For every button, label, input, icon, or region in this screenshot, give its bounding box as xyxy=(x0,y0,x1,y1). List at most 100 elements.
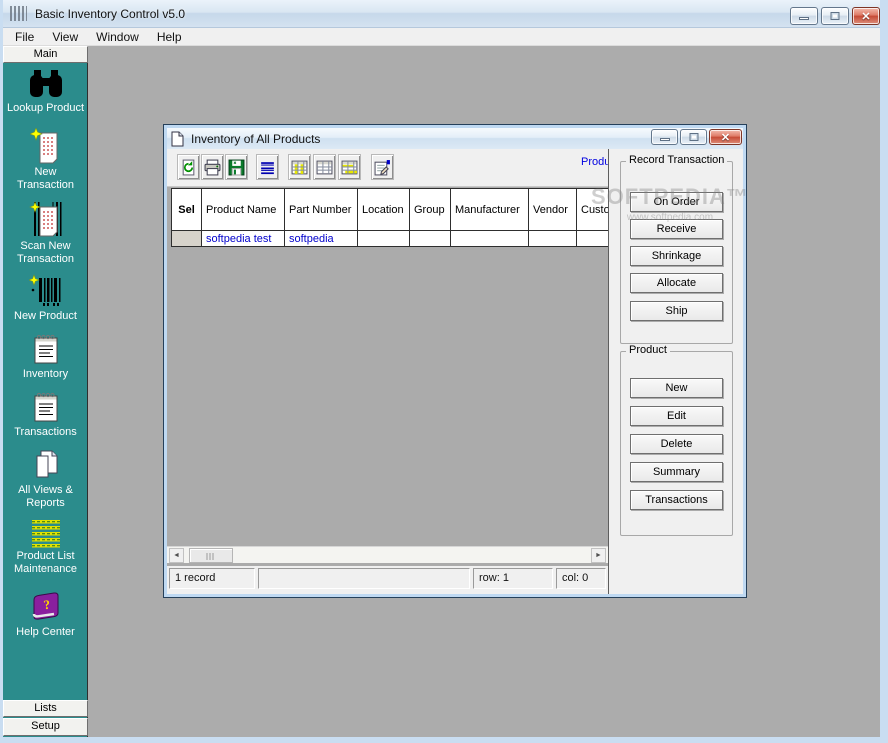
close-icon: ✕ xyxy=(853,8,879,24)
column-header-part-number[interactable]: Part Number xyxy=(285,189,358,231)
column-header-vendor[interactable]: Vendor xyxy=(529,189,577,231)
column-header-manufacturer[interactable]: Manufacturer xyxy=(451,189,529,231)
summary-button[interactable]: Summary xyxy=(630,462,723,482)
product-group: Product New Edit Delete Summary Transact… xyxy=(620,351,733,536)
status-record-count: 1 record xyxy=(169,568,255,589)
on-order-button[interactable]: On Order xyxy=(630,192,723,212)
sidebar-item-label: Transactions xyxy=(3,426,88,439)
edit-button[interactable]: Edit xyxy=(630,406,723,426)
grid-highlight-columns-icon xyxy=(291,159,308,176)
notepad-icon xyxy=(3,332,88,366)
sidebar-item-transactions[interactable]: Transactions xyxy=(3,390,88,439)
sidebar-tab-main[interactable]: Main xyxy=(3,46,88,63)
minimize-button[interactable] xyxy=(790,7,818,25)
minimize-icon xyxy=(799,17,809,20)
cell-part-number[interactable]: softpedia xyxy=(285,231,358,247)
record-transaction-group-title: Record Transaction xyxy=(626,154,727,166)
grid-view-button[interactable] xyxy=(313,154,336,180)
horizontal-scrollbar[interactable]: ◄ ► xyxy=(167,546,608,563)
refresh-button[interactable] xyxy=(177,154,200,180)
sidebar-item-scan-new-transaction[interactable]: Scan New Transaction xyxy=(3,200,88,266)
grid-columns-view-button[interactable] xyxy=(288,154,311,180)
new-button[interactable]: New xyxy=(630,378,723,398)
print-button[interactable] xyxy=(201,154,224,180)
sidebar-tab-lists[interactable]: Lists xyxy=(3,700,88,717)
cell-manufacturer[interactable] xyxy=(451,231,529,247)
minimize-icon xyxy=(660,138,670,141)
grid-section: Produ Sel Product Name Part Number Locat… xyxy=(167,149,608,594)
grid-cells-view-button[interactable] xyxy=(338,154,361,180)
inventory-toolbar: Produ xyxy=(167,149,608,187)
ship-button[interactable]: Ship xyxy=(630,301,723,321)
transactions-button[interactable]: Transactions xyxy=(630,490,723,510)
help-book-icon: ? xyxy=(3,590,88,624)
close-button[interactable]: ✕ xyxy=(852,7,880,25)
mdi-background: Inventory of All Products ✕ xyxy=(88,46,880,737)
cell-product-name[interactable]: softpedia test xyxy=(202,231,285,247)
barcode-app-icon xyxy=(10,6,27,21)
child-restore-button[interactable] xyxy=(680,129,707,145)
child-close-button[interactable]: ✕ xyxy=(709,129,742,145)
sidebar-item-help-center[interactable]: ? Help Center xyxy=(3,590,88,639)
sidebar-tab-setup[interactable]: Setup xyxy=(3,718,88,736)
column-header-sel[interactable]: Sel xyxy=(172,189,202,231)
receive-button[interactable]: Receive xyxy=(630,219,723,239)
cell-group[interactable] xyxy=(410,231,451,247)
grid-highlight-cells-icon xyxy=(341,159,358,176)
refresh-icon xyxy=(180,159,197,176)
allocate-button[interactable]: Allocate xyxy=(630,273,723,293)
sidebar-item-lookup-product[interactable]: Lookup Product xyxy=(3,68,88,115)
sidebar-item-label: Help Center xyxy=(3,626,88,639)
table-row[interactable]: softpedia test softpedia xyxy=(172,231,609,247)
receipt-scan-icon xyxy=(3,200,88,238)
product-link[interactable]: Produ xyxy=(581,156,608,168)
restore-icon xyxy=(831,12,840,20)
action-panel: Record Transaction On Order Receive Shri… xyxy=(608,149,743,594)
cell-location[interactable] xyxy=(358,231,410,247)
menu-help[interactable]: Help xyxy=(148,29,191,45)
status-col-indicator: col: 0 xyxy=(556,568,606,589)
titlebar[interactable]: Basic Inventory Control v5.0 ✕ xyxy=(0,0,888,28)
save-button[interactable] xyxy=(225,154,248,180)
restore-icon xyxy=(689,133,698,141)
sidebar-item-product-list-maintenance[interactable]: Product List Maintenance xyxy=(3,518,88,576)
column-header-product-name[interactable]: Product Name xyxy=(202,189,285,231)
cell-custom[interactable] xyxy=(577,231,609,247)
cell-sel[interactable] xyxy=(172,231,202,247)
column-header-custom[interactable]: Custom xyxy=(577,189,609,231)
app-window: Basic Inventory Control v5.0 ✕ File View… xyxy=(0,0,888,743)
product-group-title: Product xyxy=(626,344,670,356)
sidebar-item-all-views-reports[interactable]: All Views & Reports xyxy=(3,448,88,510)
maximize-button[interactable] xyxy=(821,7,849,25)
scroll-right-arrow[interactable]: ► xyxy=(591,548,606,563)
sidebar-item-inventory[interactable]: Inventory xyxy=(3,332,88,381)
barcode-new-icon xyxy=(3,274,88,308)
menu-window[interactable]: Window xyxy=(87,29,148,45)
inventory-window-title: Inventory of All Products xyxy=(191,132,320,146)
column-header-group[interactable]: Group xyxy=(410,189,451,231)
scroll-left-arrow[interactable]: ◄ xyxy=(169,548,184,563)
scroll-thumb[interactable] xyxy=(189,548,233,563)
status-row-indicator: row: 1 xyxy=(473,568,553,589)
menu-view[interactable]: View xyxy=(43,29,87,45)
sidebar-item-label: All Views & Reports xyxy=(3,484,88,510)
form-properties-button[interactable] xyxy=(371,154,394,180)
close-icon: ✕ xyxy=(710,130,741,144)
column-header-location[interactable]: Location xyxy=(358,189,410,231)
window-title: Basic Inventory Control v5.0 xyxy=(35,7,185,21)
inventory-window-titlebar[interactable]: Inventory of All Products ✕ xyxy=(167,128,743,149)
record-transaction-group: Record Transaction On Order Receive Shri… xyxy=(620,161,733,344)
sidebar-item-new-transaction[interactable]: New Transaction xyxy=(3,128,88,192)
shrinkage-button[interactable]: Shrinkage xyxy=(630,246,723,266)
sidebar-item-label: New Product xyxy=(3,310,88,323)
child-minimize-button[interactable] xyxy=(651,129,678,145)
sidebar-item-label: Scan New Transaction xyxy=(3,240,88,266)
cell-vendor[interactable] xyxy=(529,231,577,247)
document-icon xyxy=(171,131,184,147)
documents-icon xyxy=(3,448,88,482)
menu-file[interactable]: File xyxy=(6,29,43,45)
list-view-button[interactable] xyxy=(256,154,279,180)
sidebar-item-new-product[interactable]: New Product xyxy=(3,274,88,323)
delete-button[interactable]: Delete xyxy=(630,434,723,454)
products-grid[interactable]: Sel Product Name Part Number Location Gr… xyxy=(171,188,608,247)
